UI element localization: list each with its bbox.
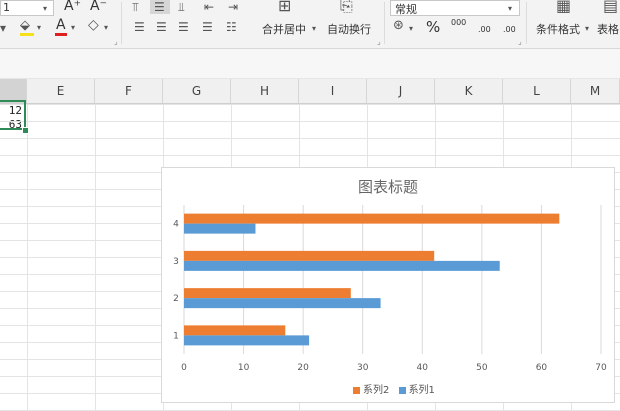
wrap-text-icon[interactable]: ⎘	[340, 0, 353, 14]
bar-series1	[184, 298, 381, 309]
chevron-down-icon[interactable]: ▾	[409, 23, 413, 35]
number-format-value: 常规	[395, 3, 417, 16]
grid-row-line	[0, 138, 620, 139]
column-header[interactable]: L	[503, 79, 571, 103]
legend-swatch	[398, 386, 406, 394]
grid-row-line	[0, 155, 620, 156]
chevron-down-icon[interactable]: ▾	[312, 23, 316, 35]
bar-series1	[184, 260, 500, 271]
x-tick-label: 20	[297, 363, 309, 373]
chart-container[interactable]: 图表标题 0 10 20 30 40 50 60 70 1 2 3 4 系列2 系列1	[161, 167, 615, 403]
thousands-separator-button[interactable]: 000	[451, 18, 466, 27]
bar-series1	[184, 335, 310, 346]
decrease-decimal-button[interactable]: .00	[503, 25, 516, 34]
chevron-down-icon[interactable]: ▾	[585, 23, 589, 35]
formula-area	[0, 49, 620, 79]
chart-legend[interactable]: 系列2 系列1	[347, 381, 435, 396]
column-header[interactable]: J	[367, 79, 435, 103]
x-tick-label: 60	[536, 363, 548, 373]
legend-swatch	[353, 386, 360, 394]
font-color-icon[interactable]: A	[56, 17, 66, 33]
chevron-down-icon: ▾	[43, 4, 48, 13]
legend-label: 系列2	[363, 385, 390, 396]
x-tick-label: 50	[476, 363, 488, 373]
y-tick-label: 3	[173, 257, 179, 267]
ribbon-separator	[526, 2, 527, 44]
x-tick-label: 30	[357, 363, 369, 373]
eraser-icon[interactable]: ◇	[88, 18, 99, 32]
grid-row-line	[0, 104, 620, 105]
column-header[interactable]: M	[571, 79, 620, 103]
align-bottom-icon[interactable]: ⫫	[178, 1, 185, 13]
font-size-value: 1	[3, 1, 10, 14]
bar-series2	[184, 213, 560, 224]
y-tick-label: 4	[173, 220, 179, 230]
bar-chart: 0 10 20 30 40 50 60 70 1 2 3 4	[173, 205, 607, 373]
column-header-bar: E F G H I J K L M	[0, 79, 620, 104]
align-justify-icon[interactable]: ☰	[202, 21, 213, 33]
align-top-icon[interactable]: ⫪	[132, 1, 139, 13]
currency-format-icon[interactable]: ⊛	[393, 19, 404, 32]
chevron-down-icon: ▾	[508, 4, 513, 13]
font-color-bar	[55, 33, 67, 36]
align-middle-icon[interactable]: ☰	[154, 1, 165, 13]
chevron-down-icon[interactable]: ▾	[104, 22, 108, 34]
dialog-launcher-icon[interactable]: ⌟	[377, 37, 381, 46]
merge-center-button[interactable]: 合并居中	[262, 21, 306, 37]
bar-series1	[184, 223, 256, 234]
chevron-down-icon[interactable]: ▾	[37, 22, 41, 34]
chevron-down-icon[interactable]: ▾	[71, 22, 75, 34]
x-tick-label: 70	[595, 363, 607, 373]
border-dropdown-icon[interactable]: ▾	[0, 22, 6, 34]
increase-decimal-button[interactable]: .00	[478, 25, 491, 34]
ribbon-separator	[384, 2, 385, 44]
conditional-format-button[interactable]: 条件格式	[536, 21, 580, 37]
distributed-align-icon[interactable]: ☷	[226, 21, 237, 33]
table-style-icon[interactable]: ▤	[603, 0, 618, 14]
font-shrink-icon[interactable]: A⁻	[90, 0, 107, 14]
fill-color-icon[interactable]: ⬙	[20, 19, 30, 32]
x-tick-label: 10	[238, 363, 250, 373]
merge-center-icon[interactable]: ⊞	[278, 0, 291, 14]
ribbon-separator	[121, 2, 122, 44]
align-left-icon[interactable]: ☰	[134, 21, 145, 33]
column-header[interactable]: F	[95, 79, 163, 103]
selection-range	[0, 100, 26, 130]
indent-decrease-icon[interactable]: ⇤	[204, 1, 214, 13]
x-tick-label: 40	[417, 363, 429, 373]
align-right-icon[interactable]: ☰	[178, 21, 189, 33]
bar-series2	[184, 250, 435, 261]
conditional-format-icon[interactable]: ▦	[556, 0, 571, 14]
column-header[interactable]: E	[27, 79, 95, 103]
percent-button[interactable]: %	[426, 18, 440, 36]
column-header[interactable]: I	[299, 79, 367, 103]
fill-handle[interactable]	[22, 127, 29, 134]
dialog-launcher-icon[interactable]: ⌟	[518, 37, 522, 46]
font-grow-icon[interactable]: A⁺	[64, 0, 81, 14]
grid-column-line	[95, 104, 96, 411]
legend-label: 系列1	[408, 385, 435, 396]
y-tick-label: 1	[173, 331, 179, 341]
bar-series2	[184, 325, 286, 336]
indent-increase-icon[interactable]: ⇥	[228, 1, 238, 13]
bar-series2	[184, 288, 351, 299]
dialog-launcher-icon[interactable]: ⌟	[114, 37, 118, 46]
table-style-button[interactable]: 表格	[597, 21, 619, 37]
fill-color-bar	[20, 33, 34, 36]
column-header[interactable]: G	[163, 79, 231, 103]
grid-row-line	[0, 121, 620, 122]
column-header[interactable]: H	[231, 79, 299, 103]
wrap-text-button[interactable]: 自动换行	[327, 21, 371, 37]
align-center-icon[interactable]: ☰	[156, 21, 167, 33]
x-tick-label: 0	[181, 363, 187, 373]
column-header[interactable]: K	[435, 79, 503, 103]
grid-column-line	[27, 104, 28, 411]
y-tick-label: 2	[173, 294, 179, 304]
number-format-select[interactable]: 常规 ▾	[390, 0, 520, 16]
ribbon-toolbar: 1 ▾ A⁺ A⁻ ▾ ⬙ ▾ A ▾ ◇ ▾ ⌟ ⫪ ☰ ⫫ ⇤ ⇥ ☰ ☰ …	[0, 0, 620, 49]
font-size-select[interactable]: 1 ▾	[0, 0, 54, 16]
